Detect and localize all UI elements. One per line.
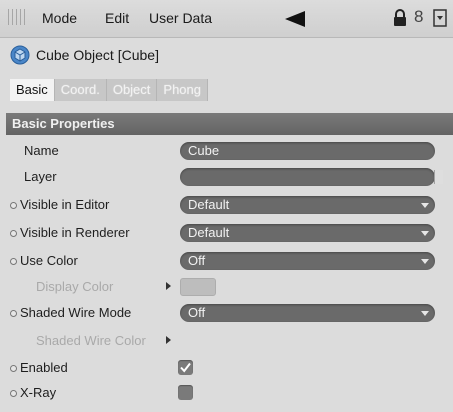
name-input[interactable]: Cube bbox=[180, 142, 435, 160]
chevron-down-icon bbox=[421, 231, 429, 236]
chevron-down-icon bbox=[421, 311, 429, 316]
property-row-shaded-wire-mode: Shaded Wire Mode Off bbox=[0, 302, 453, 324]
section-title: Basic Properties bbox=[12, 116, 115, 131]
lock-icon[interactable] bbox=[392, 9, 408, 27]
enabled-label: Enabled bbox=[20, 360, 68, 375]
section-header-basic-properties[interactable]: Basic Properties bbox=[6, 113, 453, 135]
layer-field[interactable] bbox=[180, 168, 443, 186]
name-value: Cube bbox=[188, 143, 220, 158]
use-color-dropdown[interactable]: Off bbox=[180, 252, 435, 270]
tab-phong[interactable]: Phong bbox=[157, 79, 208, 101]
use-color-label: Use Color bbox=[20, 253, 78, 268]
use-color-value: Off bbox=[188, 253, 206, 268]
visible-editor-label: Visible in Editor bbox=[20, 197, 110, 212]
shaded-wire-mode-dropdown[interactable]: Off bbox=[180, 304, 435, 322]
visible-editor-dropdown[interactable]: Default bbox=[180, 196, 435, 214]
panel-menu-icon[interactable] bbox=[433, 9, 447, 27]
menu-bar: Mode Edit User Data 8 bbox=[0, 0, 453, 38]
property-row-use-color: Use Color Off bbox=[0, 250, 453, 272]
animation-dot-icon[interactable] bbox=[10, 390, 17, 397]
layer-value bbox=[180, 169, 188, 184]
layer-arrow-icon[interactable] bbox=[434, 170, 443, 184]
animation-dot-icon[interactable] bbox=[10, 258, 17, 265]
display-color-label: Display Color bbox=[36, 279, 114, 294]
property-row-enabled: Enabled bbox=[0, 357, 453, 379]
property-row-display-color: Display Color bbox=[0, 276, 453, 298]
checkmark-icon bbox=[180, 362, 191, 373]
cube-icon bbox=[10, 45, 30, 65]
expand-arrow-icon[interactable] bbox=[166, 336, 171, 344]
expand-arrow-icon[interactable] bbox=[166, 282, 171, 290]
object-header: Cube Object [Cube] bbox=[0, 45, 453, 69]
animation-dot-icon[interactable] bbox=[10, 202, 17, 209]
tab-basic[interactable]: Basic bbox=[10, 79, 55, 101]
xray-label: X-Ray bbox=[20, 385, 57, 400]
property-row-shaded-wire-color: Shaded Wire Color bbox=[0, 330, 453, 352]
drag-grip-icon[interactable] bbox=[8, 9, 26, 25]
tab-coord[interactable]: Coord. bbox=[54, 79, 107, 101]
tab-bar: Basic Coord. Object Phong bbox=[10, 79, 208, 101]
layer-label: Layer bbox=[24, 169, 57, 184]
property-row-xray: X-Ray bbox=[0, 382, 453, 404]
shaded-wire-mode-label: Shaded Wire Mode bbox=[20, 305, 132, 320]
visible-renderer-value: Default bbox=[188, 225, 230, 240]
shaded-wire-mode-value: Off bbox=[188, 305, 206, 320]
chevron-down-icon bbox=[421, 203, 429, 208]
display-color-swatch bbox=[180, 278, 216, 296]
menu-mode[interactable]: Mode bbox=[42, 10, 77, 26]
shaded-wire-color-label: Shaded Wire Color bbox=[36, 333, 146, 348]
back-arrow-icon[interactable] bbox=[285, 11, 305, 27]
visible-renderer-dropdown[interactable]: Default bbox=[180, 224, 435, 242]
menu-edit[interactable]: Edit bbox=[105, 10, 129, 26]
property-row-name: Name Cube bbox=[0, 140, 453, 162]
property-row-visible-renderer: Visible in Renderer Default bbox=[0, 222, 453, 244]
menu-user-data[interactable]: User Data bbox=[149, 10, 212, 26]
property-row-layer: Layer bbox=[0, 166, 453, 188]
animation-dot-icon[interactable] bbox=[10, 230, 17, 237]
object-title: Cube Object [Cube] bbox=[36, 47, 159, 63]
visible-renderer-label: Visible in Renderer bbox=[20, 225, 130, 240]
enabled-checkbox[interactable] bbox=[178, 360, 193, 375]
visible-editor-value: Default bbox=[188, 197, 230, 212]
xray-checkbox[interactable] bbox=[178, 385, 193, 400]
property-row-visible-editor: Visible in Editor Default bbox=[0, 194, 453, 216]
name-label: Name bbox=[24, 143, 59, 158]
animation-dot-icon[interactable] bbox=[10, 365, 17, 372]
tab-object[interactable]: Object bbox=[106, 79, 158, 101]
animation-dot-icon[interactable] bbox=[10, 310, 17, 317]
number-icon[interactable]: 8 bbox=[414, 7, 423, 27]
chevron-down-icon bbox=[421, 259, 429, 264]
